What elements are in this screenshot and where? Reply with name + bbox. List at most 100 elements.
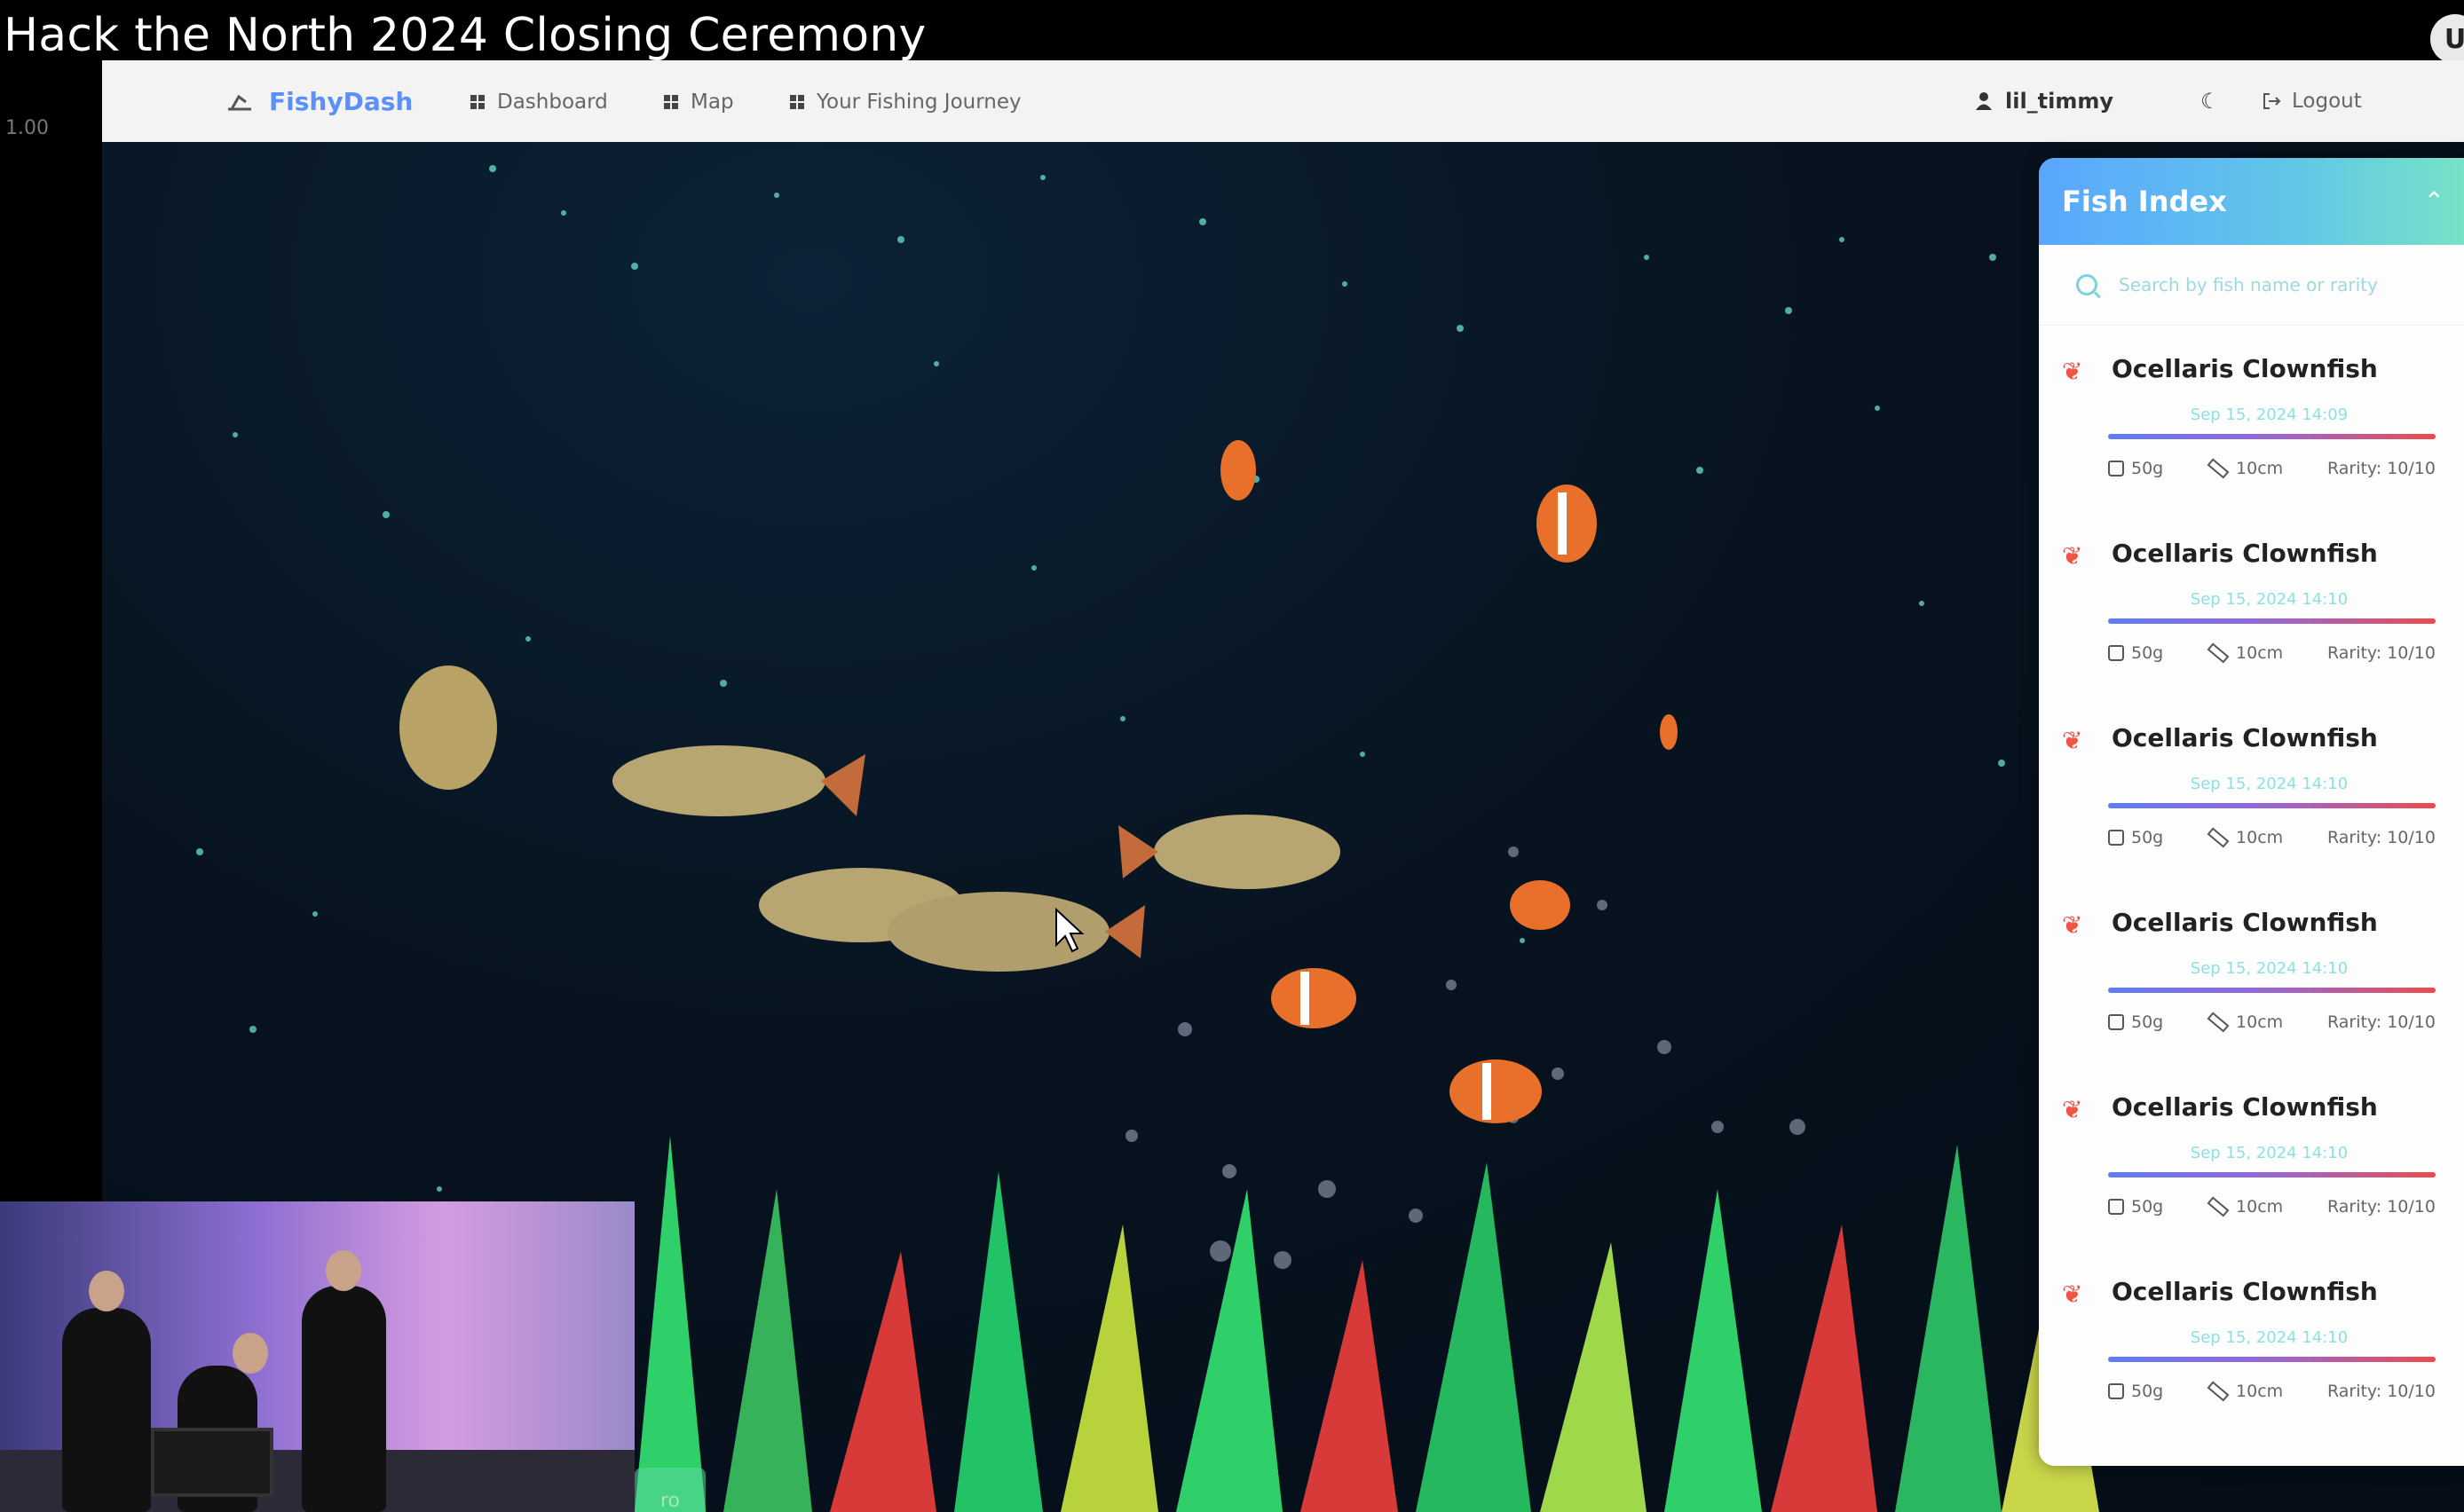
fish-list-item[interactable]: ❦ Ocellaris Clownfish Sep 15, 2024 14:10…: [2039, 879, 2464, 1064]
rarity-bar: [2108, 434, 2436, 439]
user-menu[interactable]: lil_timmy: [1975, 89, 2113, 114]
weight-icon: [2108, 645, 2124, 661]
nav-fishing-journey[interactable]: Your Fishing Journey: [790, 91, 1022, 114]
fish-list-item[interactable]: ❦ Ocellaris Clownfish Sep 15, 2024 14:10…: [2039, 695, 2464, 879]
moon-icon[interactable]: ☾: [2200, 89, 2220, 114]
fish-name: Ocellaris Clownfish: [2112, 908, 2378, 937]
nav-map[interactable]: Map: [664, 91, 734, 114]
fish-rarity: Rarity: 10/10: [2326, 459, 2436, 478]
fish-name: Ocellaris Clownfish: [2112, 354, 2378, 383]
rarity-bar: [2108, 803, 2436, 808]
presenter-head: [233, 1333, 268, 1374]
user-icon: [1976, 92, 1992, 110]
fish-rarity: Rarity: 10/10: [2326, 1382, 2436, 1401]
fish-date: Sep 15, 2024 14:09: [2190, 406, 2349, 424]
navbar: FishyDash Dashboard Map Your Fishing Jou…: [102, 60, 2464, 142]
nav-label: Dashboard: [497, 91, 608, 114]
nav-label: Your Fishing Journey: [817, 91, 1022, 114]
nav-label: Map: [691, 91, 734, 114]
ruler-icon: [2207, 827, 2230, 848]
rarity-bar: [2108, 1357, 2436, 1362]
particles: [196, 165, 2075, 1192]
fish-weight: 50g: [2131, 1197, 2164, 1217]
weight-icon: [2108, 461, 2124, 476]
weight-icon: [2108, 830, 2124, 846]
search-bar: [2039, 245, 2464, 326]
fish-length: 10cm: [2236, 459, 2284, 478]
presenter: [302, 1286, 386, 1512]
monitor: [151, 1428, 273, 1497]
fish-weight: 50g: [2131, 1382, 2164, 1401]
username: lil_timmy: [2005, 89, 2114, 114]
search-input[interactable]: [2117, 273, 2440, 296]
ruler-icon: [2207, 1381, 2230, 1402]
logout-icon: [2263, 93, 2281, 109]
fish-weight: 50g: [2131, 1012, 2164, 1032]
partial-button[interactable]: ro: [635, 1468, 706, 1512]
rarity-bar: [2108, 1172, 2436, 1177]
fish-stats: 50g 10cm Rarity: 10/10: [2108, 827, 2436, 848]
fish-date: Sep 15, 2024 14:10: [2190, 959, 2349, 978]
fish-stats: 50g 10cm Rarity: 10/10: [2108, 1196, 2436, 1217]
fish-date: Sep 15, 2024 14:10: [2190, 1328, 2349, 1347]
panel-header[interactable]: Fish Index ⌃: [2039, 158, 2464, 245]
carp-fish: [399, 665, 1340, 972]
ruler-icon: [2207, 1196, 2230, 1217]
webcam-inset: [0, 1201, 635, 1512]
fish-name: Ocellaris Clownfish: [2112, 1092, 2378, 1122]
logout-button[interactable]: Logout: [2262, 90, 2362, 113]
fish-rarity: Rarity: 10/10: [2326, 643, 2436, 663]
fish-name: Ocellaris Clownfish: [2112, 539, 2378, 568]
fish-rarity: Rarity: 10/10: [2326, 828, 2436, 847]
grid-icon: [470, 95, 485, 109]
weight-icon: [2108, 1014, 2124, 1030]
fishing-rod-icon: [228, 94, 251, 110]
fish-icon: ❦: [2062, 910, 2083, 940]
fish-icon: ❦: [2062, 1280, 2083, 1309]
fish-date: Sep 15, 2024 14:10: [2190, 1144, 2349, 1162]
ruler-icon: [2207, 642, 2230, 664]
fish-length: 10cm: [2236, 643, 2284, 663]
fish-weight: 50g: [2131, 828, 2164, 847]
presenter-head: [326, 1250, 361, 1291]
weight-icon: [2108, 1199, 2124, 1215]
clownfish: [1220, 440, 1678, 1123]
ruler-icon: [2207, 1012, 2230, 1033]
video-title: Hack the North 2024 Closing Ceremony: [4, 9, 927, 62]
fish-date: Sep 15, 2024 14:10: [2190, 775, 2349, 793]
chevron-up-icon[interactable]: ⌃: [2424, 186, 2444, 216]
grid-icon: [790, 95, 804, 109]
brand-link[interactable]: FishyDash: [226, 87, 413, 116]
fish-index-panel: Fish Index ⌃ ❦ Ocellaris Clownfish Sep 1…: [2039, 158, 2464, 1466]
fish-list-item[interactable]: ❦ Ocellaris Clownfish Sep 15, 2024 14:09…: [2039, 326, 2464, 510]
fish-list-item[interactable]: ❦ Ocellaris Clownfish Sep 15, 2024 14:10…: [2039, 510, 2464, 695]
fish-rarity: Rarity: 10/10: [2326, 1012, 2436, 1032]
fish-icon: ❦: [2062, 357, 2083, 386]
fish-length: 10cm: [2236, 1382, 2284, 1401]
fish-length: 10cm: [2236, 828, 2284, 847]
search-icon: [2076, 274, 2097, 295]
fish-icon: ❦: [2062, 1095, 2083, 1124]
channel-avatar[interactable]: U: [2430, 14, 2464, 64]
rarity-bar: [2108, 618, 2436, 624]
fish-length: 10cm: [2236, 1012, 2284, 1032]
nav-dashboard[interactable]: Dashboard: [470, 91, 608, 114]
fish-weight: 50g: [2131, 459, 2164, 478]
presenter: [62, 1308, 151, 1512]
fish-name: Ocellaris Clownfish: [2112, 1277, 2378, 1306]
fish-stats: 50g 10cm Rarity: 10/10: [2108, 1012, 2436, 1033]
rarity-bar: [2108, 988, 2436, 993]
fish-date: Sep 15, 2024 14:10: [2190, 590, 2349, 609]
fish-stats: 50g 10cm Rarity: 10/10: [2108, 458, 2436, 479]
fish-weight: 50g: [2131, 643, 2164, 663]
fish-list-item[interactable]: ❦ Ocellaris Clownfish Sep 15, 2024 14:10…: [2039, 1248, 2464, 1433]
fish-name: Ocellaris Clownfish: [2112, 723, 2378, 752]
fish-list-item[interactable]: ❦ Ocellaris Clownfish Sep 15, 2024 14:10…: [2039, 1064, 2464, 1248]
logout-label: Logout: [2292, 90, 2362, 113]
fish-rarity: Rarity: 10/10: [2326, 1197, 2436, 1217]
panel-title: Fish Index: [2062, 185, 2227, 218]
bubbles: [1125, 847, 1805, 1269]
fish-icon: ❦: [2062, 726, 2083, 755]
fish-stats: 50g 10cm Rarity: 10/10: [2108, 1381, 2436, 1402]
brand-name: FishyDash: [269, 87, 414, 116]
